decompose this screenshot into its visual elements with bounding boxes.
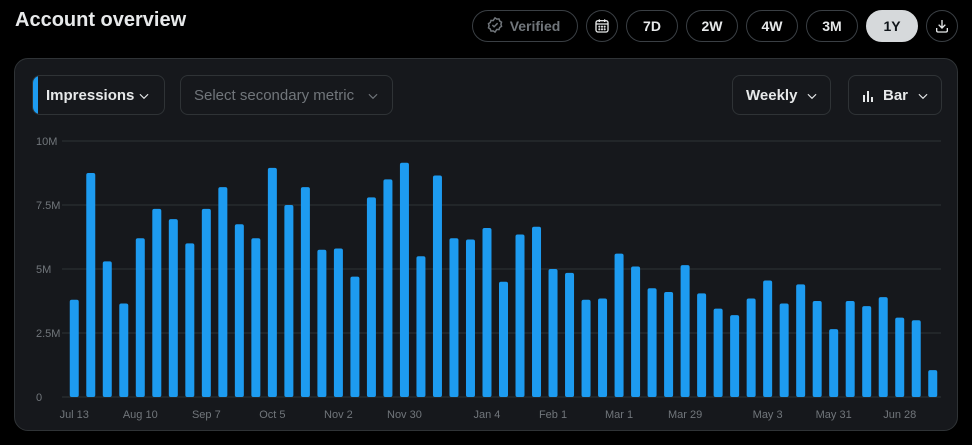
page-title: Account overview [15,9,187,31]
bar [878,297,888,397]
bar [284,205,294,397]
x-tick-label: Nov 30 [387,409,422,421]
bar [119,303,129,397]
bar [152,208,162,397]
x-tick-label: Mar 1 [605,409,633,421]
download-icon [936,20,948,33]
bar [300,187,310,397]
bar [565,272,575,397]
bar [631,266,641,397]
bar [928,370,938,397]
bar [697,293,707,397]
x-tick-label: Sep 7 [192,409,221,421]
bar [432,175,442,397]
download-button[interactable] [926,10,958,42]
bar [730,315,740,397]
bar [482,228,492,397]
bar [168,219,178,397]
verified-label: Verified [509,18,561,34]
bar [416,256,426,397]
bar [911,320,921,397]
x-tick-label: Mar 29 [668,409,702,421]
bar [713,308,723,397]
bar [829,329,839,397]
x-tick-label: Aug 10 [123,409,158,421]
bar [102,261,112,397]
bar [383,179,393,397]
y-tick-label: 2.5M [36,328,60,340]
period-4w-button[interactable]: 4W [746,10,798,42]
y-tick-label: 5M [36,264,51,276]
bar [251,238,261,397]
x-tick-label: Oct 5 [259,409,285,421]
impressions-bar-chart: 0 2.5M 5M 7.5M 10M Jul 13 Aug 10 Sep 7 Oct 5 Nov … [36,136,941,421]
bar [812,301,822,397]
bar [465,239,475,397]
bar [779,303,789,397]
bar [317,249,327,397]
bar [746,298,756,397]
bar [234,224,244,397]
bar [366,197,376,397]
bar [614,253,624,397]
x-tick-label: Jul 13 [60,409,89,421]
bar [449,238,459,397]
y-tick-label: 7.5M [36,200,60,212]
bar [680,265,690,397]
bar [185,243,195,397]
x-tick-label: Nov 2 [324,409,353,421]
bar [499,281,508,397]
bar [350,276,360,397]
bar [201,208,211,397]
bar [218,187,228,397]
y-tick-label: 10M [36,136,57,148]
bar [532,226,542,397]
bar [267,167,277,397]
verified-badge-icon [486,16,504,37]
bar [862,306,872,397]
bar [796,284,806,397]
period-7d-button[interactable]: 7D [626,10,678,42]
calendar-button[interactable] [586,10,618,42]
bar [895,317,905,397]
bar [763,280,773,397]
x-tick-label: Feb 1 [539,409,567,421]
x-tick-label: Jun 28 [883,409,916,421]
bar [135,238,145,397]
bar [647,288,657,397]
x-tick-label: May 3 [753,409,783,421]
x-tick-label: Jan 4 [474,409,501,421]
x-tick-label: May 31 [816,409,852,421]
bar [69,299,79,397]
y-tick-label: 0 [36,392,42,404]
bar [548,269,558,397]
bar [581,299,591,397]
range-toolbar: Verified 7D 2W 4W 3M 1Y [472,10,958,42]
bar [86,173,96,397]
bar [515,234,525,397]
verified-filter-button[interactable]: Verified [472,10,578,42]
chart-card: Impressions Select secondary metric Week… [14,58,958,431]
bar [598,298,608,397]
period-2w-button[interactable]: 2W [686,10,738,42]
calendar-icon [595,19,609,33]
period-3m-button[interactable]: 3M [806,10,858,42]
bar [399,162,409,397]
bar [664,292,674,397]
period-1y-button[interactable]: 1Y [866,10,918,42]
bar [333,248,343,397]
bar [845,301,855,397]
